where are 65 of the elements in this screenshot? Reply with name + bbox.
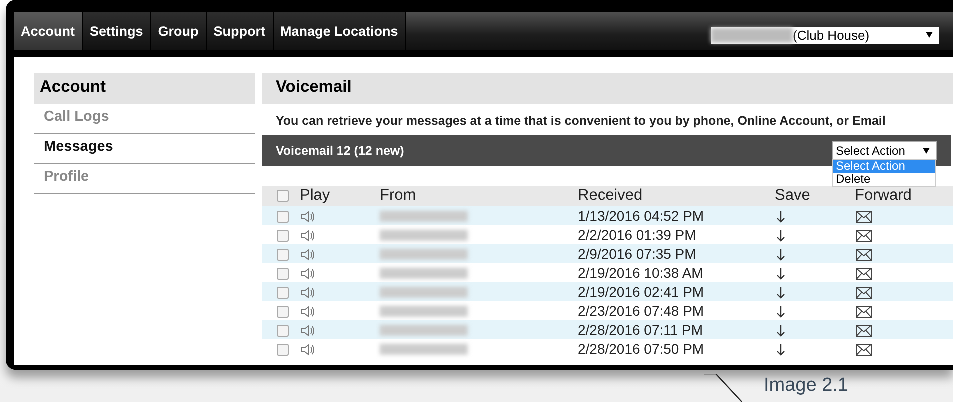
speaker-icon[interactable] (301, 344, 315, 356)
column-header: Play (300, 187, 330, 204)
nav-tab[interactable]: Settings (83, 12, 152, 50)
speaker-icon[interactable] (301, 286, 315, 299)
download-arrow-icon[interactable] (777, 230, 785, 242)
download-arrow-icon[interactable] (777, 248, 785, 261)
received-date: 2/23/2016 07:48 PM (578, 302, 704, 318)
row-checkbox[interactable] (277, 344, 289, 356)
action-select[interactable]: Select Action (832, 141, 937, 160)
received-date: 2/28/2016 07:11 PM (578, 322, 704, 338)
description-text: You can retrieve your messages at a time that is convenient to you by phone, Online Account, or Email (275, 113, 887, 130)
envelope-icon[interactable] (856, 210, 872, 223)
envelope-icon[interactable] (856, 286, 872, 299)
row-checkbox[interactable] (277, 306, 289, 318)
row-checkbox[interactable] (277, 286, 289, 299)
envelope-icon[interactable] (856, 268, 872, 280)
envelope-icon[interactable] (856, 230, 872, 242)
received-date: 2/9/2016 07:35 PM (578, 246, 696, 262)
speaker-icon[interactable] (301, 306, 315, 318)
sidebar-title: Account (34, 73, 255, 104)
speaker-icon[interactable] (301, 210, 315, 223)
envelope-icon[interactable] (856, 324, 872, 337)
row-checkbox[interactable] (277, 210, 289, 223)
speaker-icon[interactable] (301, 324, 315, 337)
location-select[interactable]: (Club House) (711, 26, 939, 44)
leader-line (704, 374, 744, 402)
dropdown-arrow-icon (926, 32, 933, 38)
download-arrow-icon[interactable] (777, 344, 785, 356)
column-header: From (380, 187, 416, 204)
select-all-checkbox[interactable] (277, 190, 289, 202)
download-arrow-icon[interactable] (777, 268, 785, 280)
received-date: 2/19/2016 02:41 PM (578, 284, 704, 300)
column-header: Forward (855, 187, 912, 204)
image-caption: Image 2.1 (764, 375, 848, 397)
column-header: Received (578, 187, 643, 204)
dropdown-arrow-icon (923, 148, 930, 154)
speaker-icon[interactable] (301, 268, 315, 280)
received-date: 2/2/2016 01:39 PM (578, 226, 696, 242)
received-date: 2/28/2016 07:50 PM (578, 340, 704, 356)
envelope-icon[interactable] (856, 306, 872, 318)
column-header: Save (775, 187, 810, 204)
voicemail-count: Voicemail 12 (12 new) (276, 144, 404, 158)
speaker-icon[interactable] (301, 248, 315, 261)
dropdown-option[interactable]: Delete (833, 173, 935, 186)
row-checkbox[interactable] (277, 248, 289, 261)
nav-tab[interactable]: Account (14, 12, 83, 50)
received-date: 1/13/2016 04:52 PM (578, 208, 704, 224)
row-checkbox[interactable] (277, 324, 289, 337)
download-arrow-icon[interactable] (777, 306, 785, 318)
nav-tab[interactable]: Manage Locations (274, 12, 406, 50)
row-checkbox[interactable] (277, 230, 289, 242)
speaker-icon[interactable] (301, 230, 315, 242)
section-title: Voicemail (262, 73, 953, 104)
row-checkbox[interactable] (277, 268, 289, 280)
envelope-icon[interactable] (856, 344, 872, 356)
sidebar-item[interactable]: Profile (34, 164, 255, 194)
download-arrow-icon[interactable] (777, 210, 785, 223)
nav-tab[interactable]: Support (206, 12, 274, 50)
sidebar-item[interactable]: Call Logs (34, 104, 255, 134)
sidebar-item[interactable]: Messages (34, 134, 255, 164)
nav-tab[interactable]: Group (151, 12, 207, 50)
download-arrow-icon[interactable] (777, 324, 785, 337)
received-date: 2/19/2016 10:38 AM (578, 264, 704, 280)
download-arrow-icon[interactable] (777, 286, 785, 299)
envelope-icon[interactable] (856, 248, 872, 261)
